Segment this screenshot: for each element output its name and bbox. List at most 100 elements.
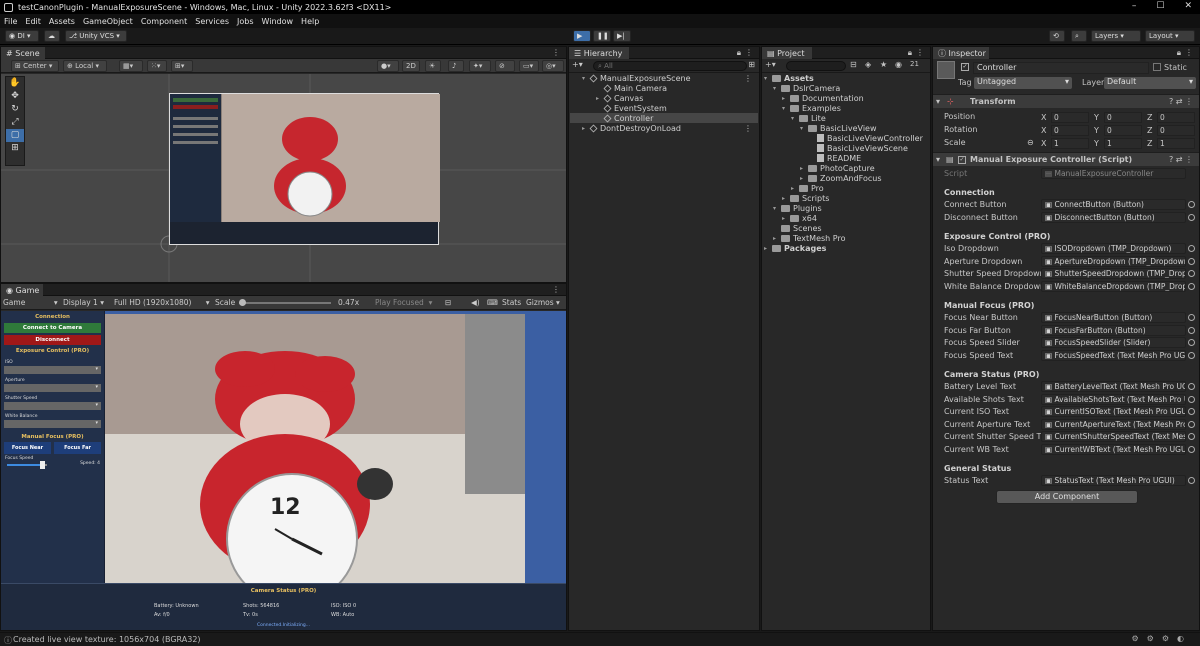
project-item[interactable]: BasicLiveViewScene bbox=[809, 143, 908, 153]
transform-tool-icon[interactable]: ⊞ bbox=[6, 142, 24, 155]
transform-rotation-y-field[interactable]: Y0 bbox=[1094, 125, 1142, 136]
tab-hierarchy[interactable]: ☰ Hierarchy bbox=[569, 47, 629, 59]
project-item[interactable]: ▾ BasicLiveView bbox=[800, 123, 877, 133]
add-component-button[interactable]: Add Component bbox=[996, 490, 1138, 504]
object-picker-icon[interactable] bbox=[1188, 339, 1195, 346]
object-picker-icon[interactable] bbox=[1188, 326, 1195, 334]
object-picker-icon[interactable] bbox=[1188, 351, 1195, 359]
active-checkbox[interactable]: ✓ bbox=[961, 63, 969, 71]
project-item[interactable]: ▾ Examples bbox=[782, 103, 841, 113]
transform-scale-y-field[interactable]: Y1 bbox=[1094, 138, 1142, 149]
object-reference-field[interactable]: ▣ ShutterSpeedDropdown (TMP_Dropdo bbox=[1041, 268, 1186, 279]
transform-position-x-field[interactable]: X0 bbox=[1041, 112, 1089, 123]
menu-edit[interactable]: Edit bbox=[25, 17, 41, 26]
tag-dropdown[interactable]: Untagged ▾ bbox=[974, 77, 1072, 89]
2d-toggle[interactable]: 2D bbox=[402, 60, 420, 72]
focus-speed-slider[interactable] bbox=[7, 461, 47, 469]
audio-icon[interactable]: ♪ bbox=[448, 60, 464, 72]
hierarchy-item[interactable]: Controller bbox=[570, 113, 758, 123]
project-item[interactable]: BasicLiveViewController bbox=[809, 133, 923, 143]
game-view-dropdown[interactable]: Game ▾ bbox=[3, 298, 58, 307]
expand-arrow-icon[interactable]: ▾ bbox=[800, 125, 808, 132]
project-add-icon[interactable]: +▾ bbox=[765, 60, 776, 69]
object-reference-field[interactable]: ▣ CurrentWBText (Text Mesh Pro UGUI) bbox=[1041, 443, 1186, 455]
project-item[interactable]: README bbox=[809, 153, 861, 163]
star-icon[interactable]: ★ bbox=[880, 60, 887, 69]
search-options-icon[interactable]: ⊞ bbox=[748, 60, 755, 69]
object-picker-icon[interactable] bbox=[1188, 314, 1195, 321]
play-focus-dropdown[interactable]: Play Focused ▾ bbox=[375, 298, 432, 307]
expand-arrow-icon[interactable]: ▾ bbox=[791, 115, 799, 122]
constrain-scale-icon[interactable]: ⊖ bbox=[1027, 138, 1034, 147]
object-picker-icon[interactable] bbox=[1188, 201, 1195, 208]
grid-icon[interactable]: ▦▾ bbox=[119, 60, 143, 72]
object-picker-icon[interactable] bbox=[1188, 395, 1195, 403]
hidden-objects-icon[interactable]: ⊘ bbox=[495, 60, 515, 72]
project-item[interactable]: ▾ Assets bbox=[764, 73, 814, 83]
game-view[interactable]: 12 Connection Connect to Camera Disconne… bbox=[1, 311, 566, 630]
object-picker-icon[interactable] bbox=[1188, 270, 1195, 277]
shutter-dropdown[interactable]: ▾ bbox=[4, 402, 101, 410]
scene-menu-icon[interactable]: ⋮ bbox=[744, 124, 752, 133]
expand-arrow-icon[interactable]: ▾ bbox=[764, 75, 772, 82]
console-message[interactable]: Created live view texture: 1056x704 (BGR… bbox=[13, 635, 201, 644]
expand-arrow-icon[interactable]: ▸ bbox=[782, 215, 790, 222]
increment-icon[interactable]: ⊞▾ bbox=[171, 60, 193, 72]
menu-assets[interactable]: Assets bbox=[49, 17, 75, 26]
stats-toggle[interactable]: Stats bbox=[502, 298, 521, 307]
menu-jobs[interactable]: Jobs bbox=[237, 17, 254, 26]
object-reference-field[interactable]: ▣ WhiteBalanceDropdown (TMP_Dropdo bbox=[1041, 280, 1186, 292]
aperture-dropdown[interactable]: ▾ bbox=[4, 384, 101, 392]
project-search-input[interactable] bbox=[786, 61, 846, 71]
expand-arrow-icon[interactable]: ▸ bbox=[782, 95, 790, 102]
effects-icon[interactable]: ✦▾ bbox=[469, 60, 491, 72]
wb-dropdown[interactable]: ▾ bbox=[4, 420, 101, 428]
transform-scale-z-field[interactable]: Z1 bbox=[1147, 138, 1195, 149]
shortcut-icon[interactable]: ⌨ bbox=[487, 298, 498, 307]
layers-dropdown[interactable]: Layers ▾ bbox=[1091, 30, 1141, 42]
project-item[interactable]: ▾ Lite bbox=[791, 113, 826, 123]
object-reference-field[interactable]: ▣ ApertureDropdown (TMP_Dropdown) bbox=[1041, 255, 1186, 267]
project-lock-icon[interactable]: 🔒︎ bbox=[908, 48, 912, 58]
expand-arrow-icon[interactable]: ▾ bbox=[773, 85, 781, 92]
mute-icon[interactable]: ⊟ bbox=[445, 298, 451, 307]
transform-menu-icon[interactable]: ? ⇄ ⋮ bbox=[1169, 97, 1193, 106]
object-reference-field[interactable]: ▣ AvailableShotsText (Text Mesh Pro U bbox=[1041, 393, 1186, 405]
label-icon[interactable]: ◈ bbox=[865, 60, 871, 69]
hierarchy-item[interactable]: ▸ Canvas bbox=[570, 93, 758, 103]
transform-rotation-z-field[interactable]: Z0 bbox=[1147, 125, 1195, 136]
hierarchy-item[interactable]: Main Camera bbox=[570, 83, 758, 93]
object-reference-field[interactable]: ▣ FocusSpeedSlider (Slider) bbox=[1041, 337, 1186, 348]
transform-header[interactable]: ▾ ⊹ Transform ? ⇄ ⋮ bbox=[933, 94, 1199, 108]
add-icon[interactable]: +▾ bbox=[572, 60, 583, 69]
project-item[interactable]: ▸ x64 bbox=[782, 213, 817, 223]
project-item[interactable]: ▸ ZoomAndFocus bbox=[800, 173, 882, 183]
object-reference-field[interactable]: ▣ CurrentShutterSpeedText (Text Mesh bbox=[1041, 431, 1186, 442]
object-name-field[interactable]: Controller bbox=[973, 62, 1149, 74]
layout-dropdown[interactable]: Layout ▾ bbox=[1145, 30, 1195, 42]
expand-arrow-icon[interactable]: ▾ bbox=[782, 105, 790, 112]
space-dropdown[interactable]: ⊕ Local ▾ bbox=[63, 60, 107, 72]
menu-component[interactable]: Component bbox=[141, 17, 187, 26]
move-tool-icon[interactable]: ✥ bbox=[6, 90, 24, 103]
scale-tool-icon[interactable]: ⤢ bbox=[6, 116, 24, 129]
tab-game[interactable]: ◉ Game bbox=[1, 284, 43, 296]
object-reference-field[interactable]: ▣ CurrentISOText (Text Mesh Pro UGUI) bbox=[1041, 406, 1186, 417]
hand-tool-icon[interactable]: ✋ bbox=[6, 77, 24, 90]
object-reference-field[interactable]: ▣ StatusText (Text Mesh Pro UGUI) bbox=[1041, 475, 1186, 486]
hidden-packages-icon[interactable]: ◉ bbox=[895, 60, 902, 69]
menu-window[interactable]: Window bbox=[262, 17, 294, 26]
minimize-icon[interactable]: – bbox=[1132, 1, 1137, 11]
history-icon[interactable]: ⟲ bbox=[1049, 30, 1065, 42]
inspector-lock-icon[interactable]: 🔒︎ bbox=[1177, 48, 1181, 58]
project-item[interactable]: ▸ PhotoCapture bbox=[800, 163, 875, 173]
disconnect-button[interactable]: Disconnect bbox=[4, 335, 101, 345]
expand-arrow-icon[interactable]: ▸ bbox=[800, 175, 808, 182]
camera-icon[interactable]: ▭▾ bbox=[519, 60, 539, 72]
project-item[interactable]: ▸ Packages bbox=[764, 243, 826, 253]
status-icons[interactable]: ⚙⚙⚙◐ bbox=[1132, 634, 1193, 643]
gizmos-icon[interactable]: ◎▾ bbox=[542, 60, 564, 72]
display-dropdown[interactable]: Display 1 ▾ bbox=[63, 298, 104, 307]
gizmos-toggle[interactable]: Gizmos ▾ bbox=[526, 298, 560, 307]
connect-camera-button[interactable]: Connect to Camera bbox=[4, 323, 101, 333]
